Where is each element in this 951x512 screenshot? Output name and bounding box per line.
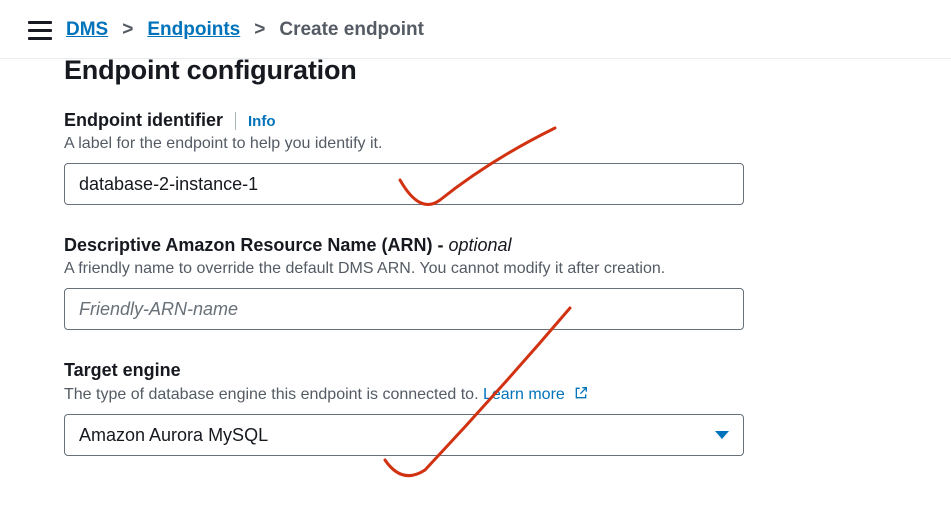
divider <box>235 112 236 130</box>
breadcrumb: DMS > Endpoints > Create endpoint <box>0 0 951 59</box>
field-label: Target engine <box>64 360 181 381</box>
breadcrumb-endpoints-link[interactable]: Endpoints <box>147 19 240 41</box>
arn-input-wrap <box>64 288 744 330</box>
section-title: Endpoint configuration <box>64 55 951 86</box>
engine-help-text: The type of database engine this endpoin… <box>64 386 483 403</box>
field-target-engine: Target engine The type of database engin… <box>64 360 804 456</box>
menu-icon[interactable] <box>28 18 52 42</box>
chevron-right-icon: > <box>122 19 133 41</box>
endpoint-identifier-input[interactable] <box>79 174 729 195</box>
arn-label-text: Descriptive Amazon Resource Name (ARN) - <box>64 235 448 255</box>
chevron-down-icon <box>715 431 729 439</box>
arn-input[interactable] <box>79 299 729 320</box>
field-arn: Descriptive Amazon Resource Name (ARN) -… <box>64 235 804 330</box>
breadcrumb-current: Create endpoint <box>279 19 424 41</box>
field-endpoint-identifier: Endpoint identifier Info A label for the… <box>64 110 804 205</box>
external-link-icon <box>573 385 589 401</box>
endpoint-identifier-input-wrap <box>64 163 744 205</box>
learn-more-link[interactable]: Learn more <box>483 386 565 403</box>
field-label: Descriptive Amazon Resource Name (ARN) -… <box>64 235 512 256</box>
optional-tag: optional <box>448 235 511 255</box>
target-engine-select[interactable]: Amazon Aurora MySQL <box>64 414 744 456</box>
field-help: A friendly name to override the default … <box>64 260 804 278</box>
info-link[interactable]: Info <box>248 113 276 130</box>
field-help: The type of database engine this endpoin… <box>64 385 804 404</box>
field-label: Endpoint identifier <box>64 110 223 131</box>
target-engine-value: Amazon Aurora MySQL <box>79 425 268 446</box>
field-help: A label for the endpoint to help you ide… <box>64 135 804 153</box>
breadcrumb-dms-link[interactable]: DMS <box>66 19 108 41</box>
chevron-right-icon: > <box>254 19 265 41</box>
